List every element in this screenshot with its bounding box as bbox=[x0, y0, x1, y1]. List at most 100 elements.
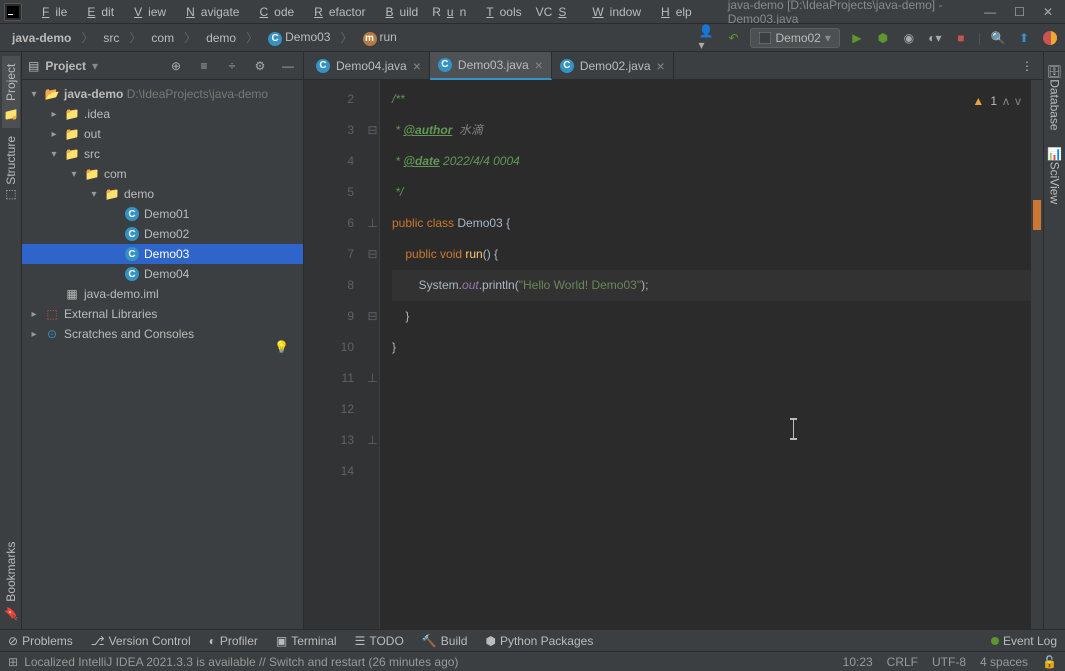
tab-demo03[interactable]: CDemo03.java× bbox=[430, 52, 552, 80]
coverage-button[interactable]: ◉ bbox=[900, 29, 918, 47]
fold-icon[interactable]: ⊟ bbox=[366, 239, 379, 270]
tree-com[interactable]: ▾📁com bbox=[22, 164, 303, 184]
tool-eventlog[interactable]: Event Log bbox=[991, 634, 1057, 648]
maximize-button[interactable]: ☐ bbox=[1014, 5, 1025, 19]
tool-python[interactable]: ⬢Python Packages bbox=[485, 634, 593, 648]
menu-code[interactable]: Code bbox=[247, 3, 300, 21]
close-button[interactable]: ✕ bbox=[1043, 5, 1053, 19]
tool-profiler[interactable]: ◐Profiler bbox=[209, 634, 258, 648]
ide-scripting-icon[interactable] bbox=[1041, 29, 1059, 47]
crumb-method[interactable]: mrun bbox=[357, 28, 403, 48]
settings-icon[interactable]: ⚙ bbox=[251, 57, 269, 75]
warning-icon[interactable]: ▲ bbox=[972, 86, 984, 117]
stop-button[interactable]: ■ bbox=[952, 29, 970, 47]
fold-end-icon[interactable]: ⊥ bbox=[366, 363, 379, 394]
back-icon[interactable]: ↶ bbox=[724, 29, 742, 47]
tool-terminal[interactable]: ▣Terminal bbox=[276, 634, 337, 648]
tree-demo01[interactable]: CDemo01 bbox=[22, 204, 303, 224]
fold-end-icon[interactable]: ⊥ bbox=[366, 425, 379, 456]
line-gutter: 2345678910💡11121314 bbox=[304, 80, 366, 629]
crumb-src[interactable]: src bbox=[97, 29, 125, 47]
titlebar: File Edit View Navigate Code Refactor Bu… bbox=[0, 0, 1065, 24]
sidebar-sciview[interactable]: 📊SciView bbox=[1046, 139, 1064, 212]
tree-out[interactable]: ▸📁out bbox=[22, 124, 303, 144]
code-content[interactable]: /** * @author 水滴 * @date 2022/4/4 0004 *… bbox=[380, 80, 1031, 629]
project-view-dropdown[interactable]: ▾ bbox=[92, 59, 98, 73]
tool-build[interactable]: 🔨Build bbox=[422, 634, 468, 648]
close-icon[interactable]: × bbox=[535, 57, 543, 73]
tab-demo02[interactable]: CDemo02.java× bbox=[552, 52, 674, 80]
run-config-selector[interactable]: Demo02 ▾ bbox=[750, 28, 839, 48]
statusbar-toggle-icon[interactable]: ⊞ bbox=[8, 655, 18, 669]
status-readonly-icon[interactable]: 🔓 bbox=[1042, 655, 1057, 669]
menu-run[interactable]: Run bbox=[426, 3, 472, 21]
expand-all-icon[interactable]: ≡ bbox=[195, 57, 213, 75]
hide-panel-icon[interactable]: ― bbox=[279, 57, 297, 75]
tool-problems[interactable]: ⊘Problems bbox=[8, 634, 73, 648]
tree-demo[interactable]: ▾📁demo bbox=[22, 184, 303, 204]
fold-gutter: ⊟ ⊥⊟ ⊟ ⊥ ⊥ bbox=[366, 80, 380, 629]
status-message[interactable]: Localized IntelliJ IDEA 2021.3.3 is avai… bbox=[24, 655, 458, 669]
tree-external-libs[interactable]: ▸⬚External Libraries bbox=[22, 304, 303, 324]
tree-scratches[interactable]: ▸⊙Scratches and Consoles bbox=[22, 324, 303, 344]
menu-window[interactable]: Window bbox=[580, 3, 647, 21]
fold-end-icon[interactable]: ⊥ bbox=[366, 208, 379, 239]
debug-button[interactable]: ⬢ bbox=[874, 29, 892, 47]
menu-build[interactable]: Build bbox=[374, 3, 425, 21]
status-lineending[interactable]: CRLF bbox=[887, 655, 918, 669]
select-opened-file-icon[interactable]: ⊕ bbox=[167, 57, 185, 75]
crumb-class[interactable]: CDemo03 bbox=[262, 28, 336, 48]
breadcrumb: java-demo〉 src〉 com〉 demo〉 CDemo03〉 mrun bbox=[6, 28, 403, 48]
tree-demo04[interactable]: CDemo04 bbox=[22, 264, 303, 284]
menu-file[interactable]: File bbox=[30, 3, 73, 21]
user-icon[interactable]: 👤▾ bbox=[698, 29, 716, 47]
tool-todo[interactable]: ☰TODO bbox=[355, 634, 404, 648]
menu-help[interactable]: Help bbox=[649, 3, 698, 21]
project-view-icon: ▤ bbox=[28, 59, 39, 73]
close-icon[interactable]: × bbox=[413, 58, 421, 74]
tool-vcs[interactable]: ⎇Version Control bbox=[91, 634, 191, 648]
profile-button[interactable]: ◐▾ bbox=[926, 29, 944, 47]
next-problem-icon[interactable]: v bbox=[1015, 86, 1021, 117]
run-button[interactable]: ▶ bbox=[848, 29, 866, 47]
minimize-button[interactable]: ― bbox=[984, 5, 996, 19]
sidebar-bookmarks[interactable]: 🔖Bookmarks bbox=[2, 534, 20, 629]
tree-iml[interactable]: ▦java-demo.iml bbox=[22, 284, 303, 304]
code-editor[interactable]: 2345678910💡11121314 ⊟ ⊥⊟ ⊟ ⊥ ⊥ /** * @au… bbox=[304, 80, 1043, 629]
crumb-com[interactable]: com bbox=[145, 29, 180, 47]
sidebar-project[interactable]: 📁Project bbox=[2, 56, 20, 128]
tab-demo04[interactable]: CDemo04.java× bbox=[308, 52, 430, 80]
tree-root[interactable]: ▾📂java-demo D:\IdeaProjects\java-demo bbox=[22, 84, 303, 104]
warning-count: 1 bbox=[990, 86, 997, 117]
update-icon[interactable]: ⬆ bbox=[1015, 29, 1033, 47]
prev-problem-icon[interactable]: ʌ bbox=[1003, 86, 1009, 117]
close-icon[interactable]: × bbox=[657, 58, 665, 74]
crumb-project[interactable]: java-demo bbox=[6, 29, 77, 47]
app-run-icon bbox=[759, 32, 771, 44]
menu-tools[interactable]: Tools bbox=[474, 3, 527, 21]
menubar: File Edit View Navigate Code Refactor Bu… bbox=[30, 3, 698, 21]
menu-vcs[interactable]: VCS bbox=[530, 3, 579, 21]
tree-idea[interactable]: ▸📁.idea bbox=[22, 104, 303, 124]
intention-bulb-icon[interactable]: 💡 bbox=[274, 332, 289, 363]
sidebar-database[interactable]: 🗄Database bbox=[1046, 56, 1064, 139]
search-icon[interactable]: 🔍 bbox=[989, 29, 1007, 47]
editor-inspections: ▲ 1 ʌ v bbox=[972, 86, 1021, 117]
tree-src[interactable]: ▾📁src bbox=[22, 144, 303, 164]
menu-navigate[interactable]: Navigate bbox=[174, 3, 245, 21]
menu-view[interactable]: View bbox=[122, 3, 172, 21]
editor-scrollbar[interactable] bbox=[1031, 80, 1043, 629]
status-encoding[interactable]: UTF-8 bbox=[932, 655, 966, 669]
collapse-all-icon[interactable]: ÷ bbox=[223, 57, 241, 75]
tree-demo02[interactable]: CDemo02 bbox=[22, 224, 303, 244]
status-position[interactable]: 10:23 bbox=[843, 655, 873, 669]
fold-icon[interactable]: ⊟ bbox=[366, 115, 379, 146]
crumb-demo[interactable]: demo bbox=[200, 29, 242, 47]
tabs-more-icon[interactable]: ⋮ bbox=[1011, 59, 1043, 73]
menu-refactor[interactable]: Refactor bbox=[302, 3, 371, 21]
tree-demo03[interactable]: CDemo03 bbox=[22, 244, 303, 264]
fold-icon[interactable]: ⊟ bbox=[366, 301, 379, 332]
menu-edit[interactable]: Edit bbox=[75, 3, 120, 21]
status-indent[interactable]: 4 spaces bbox=[980, 655, 1028, 669]
sidebar-structure[interactable]: ⬚Structure bbox=[2, 128, 20, 211]
